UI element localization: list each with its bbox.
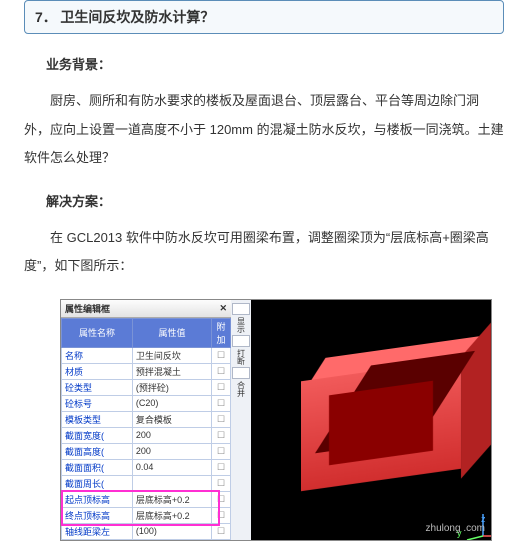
property-value[interactable]: (100) bbox=[132, 523, 211, 539]
heading-number: 7． bbox=[35, 9, 57, 25]
paragraph-business: 厨房、厕所和有防水要求的楼板及屋面退台、顶层露台、平台等周边除门洞外，应向上设置… bbox=[24, 87, 504, 173]
property-row[interactable]: 砖胎膜厚度 ☐ bbox=[62, 539, 231, 541]
section-heading: 7． 卫生间反坎及防水计算？ bbox=[24, 0, 504, 34]
property-addon-checkbox[interactable]: ☐ bbox=[212, 507, 231, 523]
property-addon-checkbox[interactable]: ☐ bbox=[212, 427, 231, 443]
property-panel: 属性编辑框 ✕ 属性名称属性值附加 名称卫生间反坎☐材质预拌混凝土☐砼类型(预拌… bbox=[61, 300, 232, 540]
heading-text: 卫生间反坎及防水计算？ bbox=[60, 9, 214, 25]
property-row[interactable]: 砼标号(C20)☐ bbox=[62, 395, 231, 411]
property-value[interactable]: 层底标高+0.2 bbox=[132, 491, 211, 507]
property-row[interactable]: 轴线距梁左(100)☐ bbox=[62, 523, 231, 539]
property-row[interactable]: 砼类型(预拌砼)☐ bbox=[62, 379, 231, 395]
property-name: 截面高度( bbox=[62, 443, 133, 459]
property-panel-title: 属性编辑框 bbox=[65, 302, 110, 315]
label-business: 业务背景： bbox=[46, 54, 504, 73]
property-addon-checkbox[interactable]: ☐ bbox=[212, 459, 231, 475]
label-solution: 解决方案： bbox=[46, 191, 504, 210]
property-value[interactable] bbox=[132, 539, 211, 541]
property-name: 轴线距梁左 bbox=[62, 523, 133, 539]
property-addon-checkbox[interactable]: ☐ bbox=[212, 395, 231, 411]
property-name: 砼标号 bbox=[62, 395, 133, 411]
property-value[interactable]: 复合模板 bbox=[132, 411, 211, 427]
property-addon-checkbox[interactable]: ☐ bbox=[212, 411, 231, 427]
property-value[interactable]: 预拌混凝土 bbox=[132, 363, 211, 379]
watermark: zhulong .com bbox=[426, 523, 485, 534]
property-value[interactable]: (预拌砼) bbox=[132, 379, 211, 395]
property-table-header: 属性名称 bbox=[62, 318, 133, 347]
property-addon-checkbox[interactable]: ☐ bbox=[212, 379, 231, 395]
property-row[interactable]: 截面高度(200☐ bbox=[62, 443, 231, 459]
close-icon[interactable]: ✕ bbox=[219, 303, 227, 314]
property-value[interactable]: 卫生间反坎 bbox=[132, 347, 211, 363]
property-table-header: 属性值 bbox=[132, 318, 211, 347]
property-name: 起点顶标高 bbox=[62, 491, 133, 507]
property-name: 终点顶标高 bbox=[62, 507, 133, 523]
toolbar-label: 合并 bbox=[236, 381, 247, 397]
property-row[interactable]: 材质预拌混凝土☐ bbox=[62, 363, 231, 379]
property-addon-checkbox[interactable]: ☐ bbox=[212, 363, 231, 379]
property-panel-title-bar: 属性编辑框 ✕ bbox=[61, 300, 231, 318]
property-name: 名称 bbox=[62, 347, 133, 363]
vertical-toolbar: 显示 打断 合并 bbox=[231, 300, 252, 541]
property-name: 模板类型 bbox=[62, 411, 133, 427]
property-row[interactable]: 截面面积(0.04☐ bbox=[62, 459, 231, 475]
property-addon-checkbox[interactable]: ☐ bbox=[212, 347, 231, 363]
screenshot-figure: 属性编辑框 ✕ 属性名称属性值附加 名称卫生间反坎☐材质预拌混凝土☐砼类型(预拌… bbox=[60, 299, 492, 541]
property-name: 材质 bbox=[62, 363, 133, 379]
model-box bbox=[301, 319, 461, 501]
paragraph-solution: 在 GCL2013 软件中防水反坎可用圈梁布置，调整圈梁顶为“层底标高+圈梁高度… bbox=[24, 224, 504, 281]
property-name: 砼类型 bbox=[62, 379, 133, 395]
toolbar-label: 打断 bbox=[236, 349, 247, 365]
property-table: 属性名称属性值附加 名称卫生间反坎☐材质预拌混凝土☐砼类型(预拌砼)☐砼标号(C… bbox=[61, 318, 231, 541]
property-row[interactable]: 名称卫生间反坎☐ bbox=[62, 347, 231, 363]
property-row[interactable]: 模板类型复合模板☐ bbox=[62, 411, 231, 427]
property-value[interactable]: 200 bbox=[132, 443, 211, 459]
property-name: 截面面积( bbox=[62, 459, 133, 475]
property-value[interactable]: 层底标高+0.2 bbox=[132, 507, 211, 523]
property-addon-checkbox[interactable]: ☐ bbox=[212, 443, 231, 459]
property-name: 砖胎膜厚度 bbox=[62, 539, 133, 541]
property-row[interactable]: 起点顶标高层底标高+0.2☐ bbox=[62, 491, 231, 507]
property-addon-checkbox[interactable]: ☐ bbox=[212, 475, 231, 491]
property-addon-checkbox[interactable]: ☐ bbox=[212, 523, 231, 539]
property-name: 截面周长( bbox=[62, 475, 133, 491]
property-value[interactable]: 200 bbox=[132, 427, 211, 443]
property-name: 截面宽度( bbox=[62, 427, 133, 443]
property-value[interactable] bbox=[132, 475, 211, 491]
viewport-3d[interactable]: z x y zhulong .com bbox=[251, 300, 491, 540]
toolbar-button[interactable] bbox=[232, 303, 250, 315]
property-row[interactable]: 截面宽度(200☐ bbox=[62, 427, 231, 443]
toolbar-button[interactable] bbox=[232, 335, 250, 347]
property-value[interactable]: 0.04 bbox=[132, 459, 211, 475]
property-addon-checkbox[interactable]: ☐ bbox=[212, 539, 231, 541]
property-table-header: 附加 bbox=[212, 318, 231, 347]
property-row[interactable]: 终点顶标高层底标高+0.2☐ bbox=[62, 507, 231, 523]
property-value[interactable]: (C20) bbox=[132, 395, 211, 411]
toolbar-button[interactable] bbox=[232, 367, 250, 379]
property-row[interactable]: 截面周长( ☐ bbox=[62, 475, 231, 491]
property-addon-checkbox[interactable]: ☐ bbox=[212, 491, 231, 507]
toolbar-label: 显示 bbox=[236, 317, 247, 333]
